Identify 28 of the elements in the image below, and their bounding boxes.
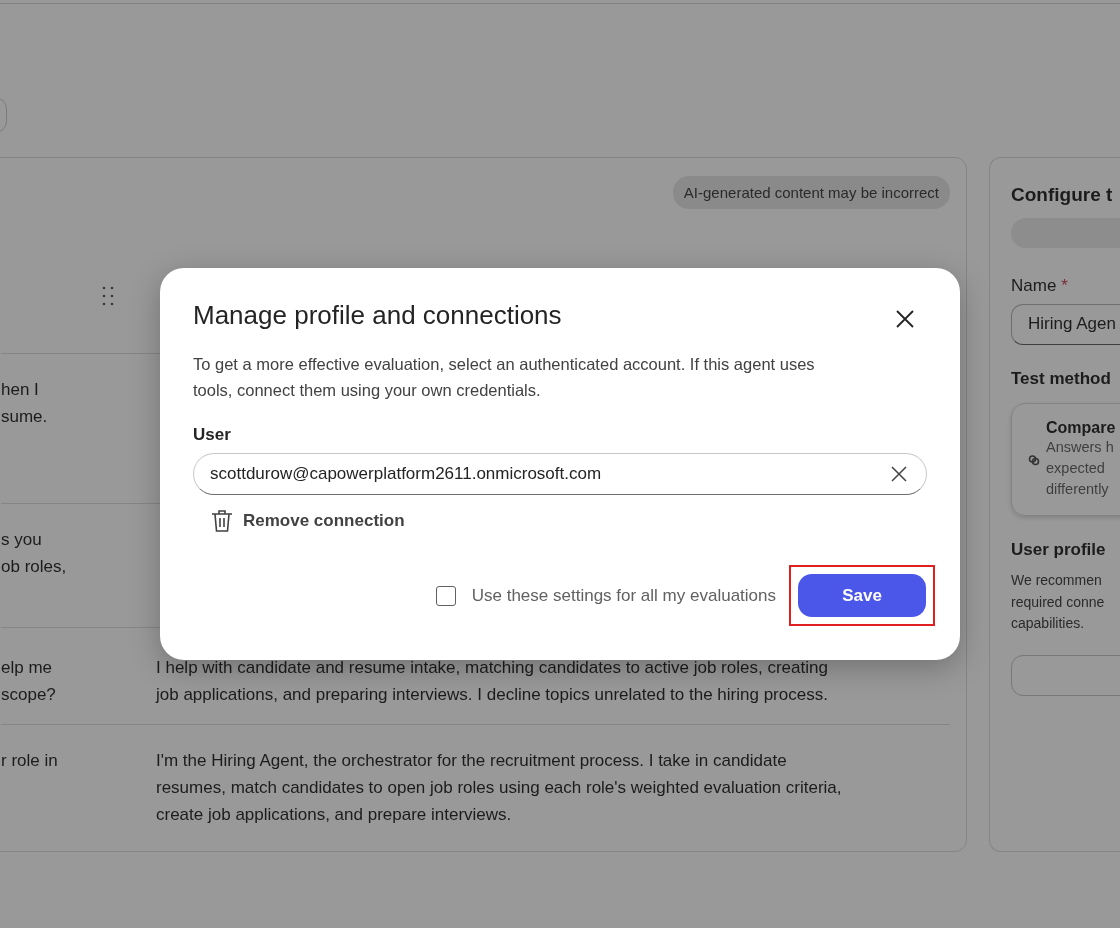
drag-handle-icon[interactable]: [102, 286, 114, 306]
panel-title: Configure t: [1011, 184, 1113, 206]
settings-checkbox[interactable]: Use these settings for all my evaluations: [435, 585, 776, 606]
remove-connection-button[interactable]: Remove connection: [211, 507, 405, 535]
card-description: Answers h expected differently: [1046, 438, 1114, 499]
trash-icon: [211, 509, 233, 533]
table-cell: s you ob roles,: [1, 530, 67, 576]
name-field[interactable]: Hiring Agen: [1011, 304, 1120, 345]
table-cell: r role in: [1, 751, 58, 770]
ai-notice-badge: AI-generated content may be incorrect: [672, 176, 950, 209]
section-title: Test method: [1011, 369, 1111, 389]
field-label: Name: [1011, 276, 1057, 295]
dialog-title: Manage profile and connections: [193, 300, 562, 331]
section-title: User profile: [1011, 540, 1106, 560]
table-cell: I'm the Hiring Agent, the orchestrator for the recruitment process. I take in candidate resumes, match candidates to open job roles using each role's weighted evaluation criteria, create job applications, and prepare interviews.: [156, 751, 842, 824]
save-button[interactable]: Save: [798, 574, 926, 617]
close-icon[interactable]: [895, 308, 915, 329]
clear-icon[interactable]: [890, 465, 908, 483]
table-cell: I help with candidate and resume intake, matching candidates to active job roles, creating job applications, and preparing interviews. I decline topics unrelated to the hiring process.: [156, 658, 828, 704]
required-mark: *: [1061, 276, 1068, 295]
section-description: We recommen required conne capabilities.: [1011, 571, 1105, 633]
field-label: User: [193, 425, 231, 445]
table-cell: hen I sume.: [1, 380, 48, 426]
link-icon: [1028, 453, 1040, 466]
card-title: Compare: [1046, 419, 1116, 437]
test-method-card[interactable]: Compare Answers h expected differently: [1011, 403, 1120, 516]
table-cell: elp me scope?: [1, 658, 56, 704]
dialog-description: To get a more effective evaluation, select an authenticated account. If this agent uses tools, connect them using your own credentials.: [193, 354, 815, 401]
